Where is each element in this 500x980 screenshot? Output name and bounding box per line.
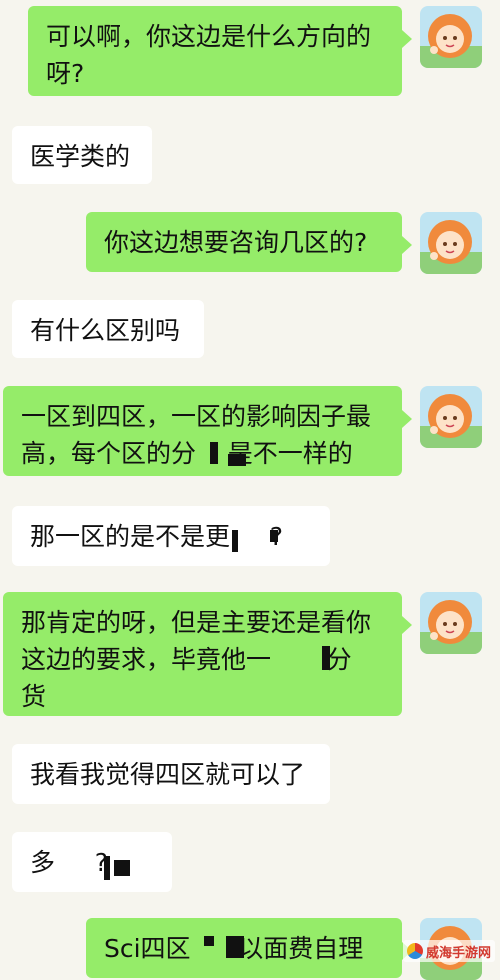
avatar[interactable] (420, 212, 482, 274)
redaction-mark (114, 860, 130, 876)
anime-girl-avatar-icon (420, 212, 482, 274)
redaction-mark (232, 530, 238, 552)
avatar[interactable] (420, 6, 482, 68)
chat-bubble-sent: Sci四区 以面费自理 (86, 918, 412, 978)
anime-girl-avatar-icon (420, 592, 482, 654)
redaction-mark (228, 454, 246, 466)
chat-bubble-received: 医学类的 (12, 126, 152, 184)
avatar[interactable] (420, 592, 482, 654)
redaction-mark (104, 856, 110, 880)
chat-bubble-sent: 你这边想要咨询几区的? (86, 212, 412, 272)
anime-girl-avatar-icon (420, 386, 482, 448)
redaction-mark (322, 646, 330, 670)
chat-bubble-sent: 一区到四区，一区的影响因子最 高，每个区的分 是不一样的 (3, 386, 412, 476)
redaction-mark (204, 936, 214, 946)
redaction-mark (270, 530, 278, 542)
avatar[interactable] (420, 386, 482, 448)
watermark-logo-icon (407, 943, 423, 959)
chat-bubble-received: 多 ? (12, 832, 172, 892)
chat-bubble-received: 那一区的是不是更 ? (12, 506, 330, 566)
redaction-mark (210, 442, 218, 464)
chat-bubble-sent: 那肯定的呀，但是主要还是看你 这边的要求，毕竟他一 分 货 (3, 592, 412, 716)
anime-girl-avatar-icon (420, 6, 482, 68)
chat-bubble-received: 有什么区别吗 (12, 300, 204, 358)
redaction-mark (226, 936, 244, 958)
watermark: 威海手游网 (403, 940, 496, 962)
chat-bubble-sent: 可以啊，你这边是什么方向的 呀? (28, 6, 412, 96)
watermark-text: 威海手游网 (426, 944, 492, 960)
chat-bubble-received: 我看我觉得四区就可以了 (12, 744, 330, 804)
